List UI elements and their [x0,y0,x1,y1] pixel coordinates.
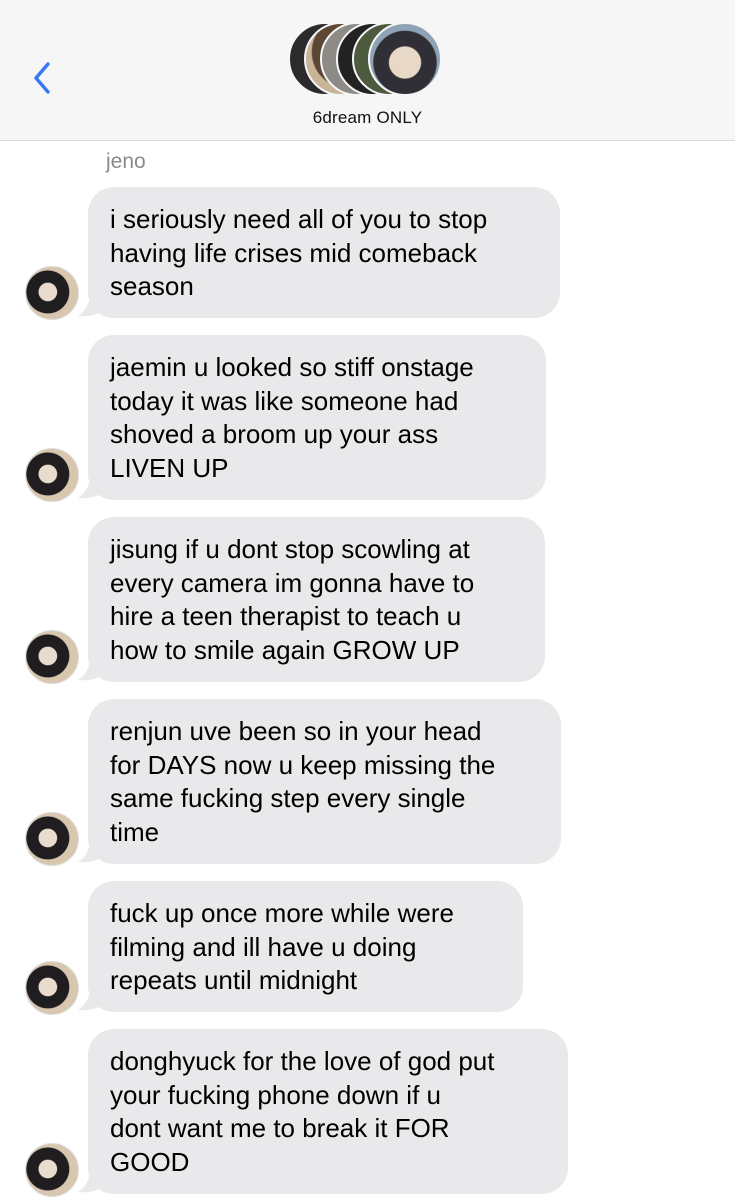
group-avatar-stack[interactable] [288,22,450,96]
sender-avatar[interactable] [25,630,79,684]
message-line: dont want me to break it FOR [110,1113,450,1143]
sender-name: jeno [106,150,146,173]
message-line: jisung if u dont stop scowling at [110,534,470,564]
message-line: today it was like someone had [110,385,459,416]
message-line: jaemin u looked so stiff onstage [110,352,474,382]
bubble-tail [78,296,104,317]
bubble-tail [78,478,104,499]
bubble-tail [78,842,104,863]
sender-avatar[interactable] [25,961,79,1015]
sender-avatar[interactable] [25,448,79,502]
chevron-left-icon [34,62,50,94]
back-button[interactable] [26,58,62,98]
sender-avatar[interactable] [25,812,79,866]
message-line: same fucking step every single [110,783,466,813]
bubble-tail [78,660,104,681]
message-bubble[interactable]: donghyuck for the love of god put your f… [88,1029,568,1194]
message-line: your fucking phone down if u [110,1079,441,1110]
message-line: filming and ill have u doing [110,931,417,962]
message-line: GOOD [110,1146,190,1177]
message-bubble[interactable]: i seriously need all of you to stop havi… [88,187,560,318]
message-line: every camera im gonna have to [110,567,475,598]
bubble-tail [78,990,104,1011]
message-line: donghyuck for the love of god put [110,1046,495,1076]
sender-avatar[interactable] [25,266,79,320]
message-line: hire a teen therapist to teach u [110,601,462,631]
message-bubble[interactable]: renjun uve been so in your head for DAYS… [88,699,561,864]
message-line: shoved a broom up your ass [110,419,439,449]
message-line: renjun uve been so in your head [110,716,482,746]
message-line: for DAYS now u keep missing the [110,749,496,780]
conversation-header: 6dream ONLY [0,0,735,141]
group-member-avatar [368,22,442,96]
sender-avatar[interactable] [25,1143,79,1197]
message-bubble[interactable]: fuck up once more while were filming and… [88,881,523,1012]
message-line: fuck up once more while were [110,898,454,928]
group-name[interactable]: 6dream ONLY [0,108,735,128]
message-line: having life crises mid comeback [110,237,478,268]
message-bubble[interactable]: jisung if u dont stop scowling at every … [88,517,545,682]
message-bubble[interactable]: jaemin u looked so stiff onstage today i… [88,335,546,500]
message-line: repeats until midnight [110,965,358,995]
message-line: time [110,816,160,847]
bubble-tail [78,1172,104,1193]
message-line: season [110,271,194,301]
message-line: how to smile again GROW UP [110,634,460,665]
message-line: i seriously need all of you to stop [110,204,488,234]
message-line: LIVEN UP [110,452,229,483]
